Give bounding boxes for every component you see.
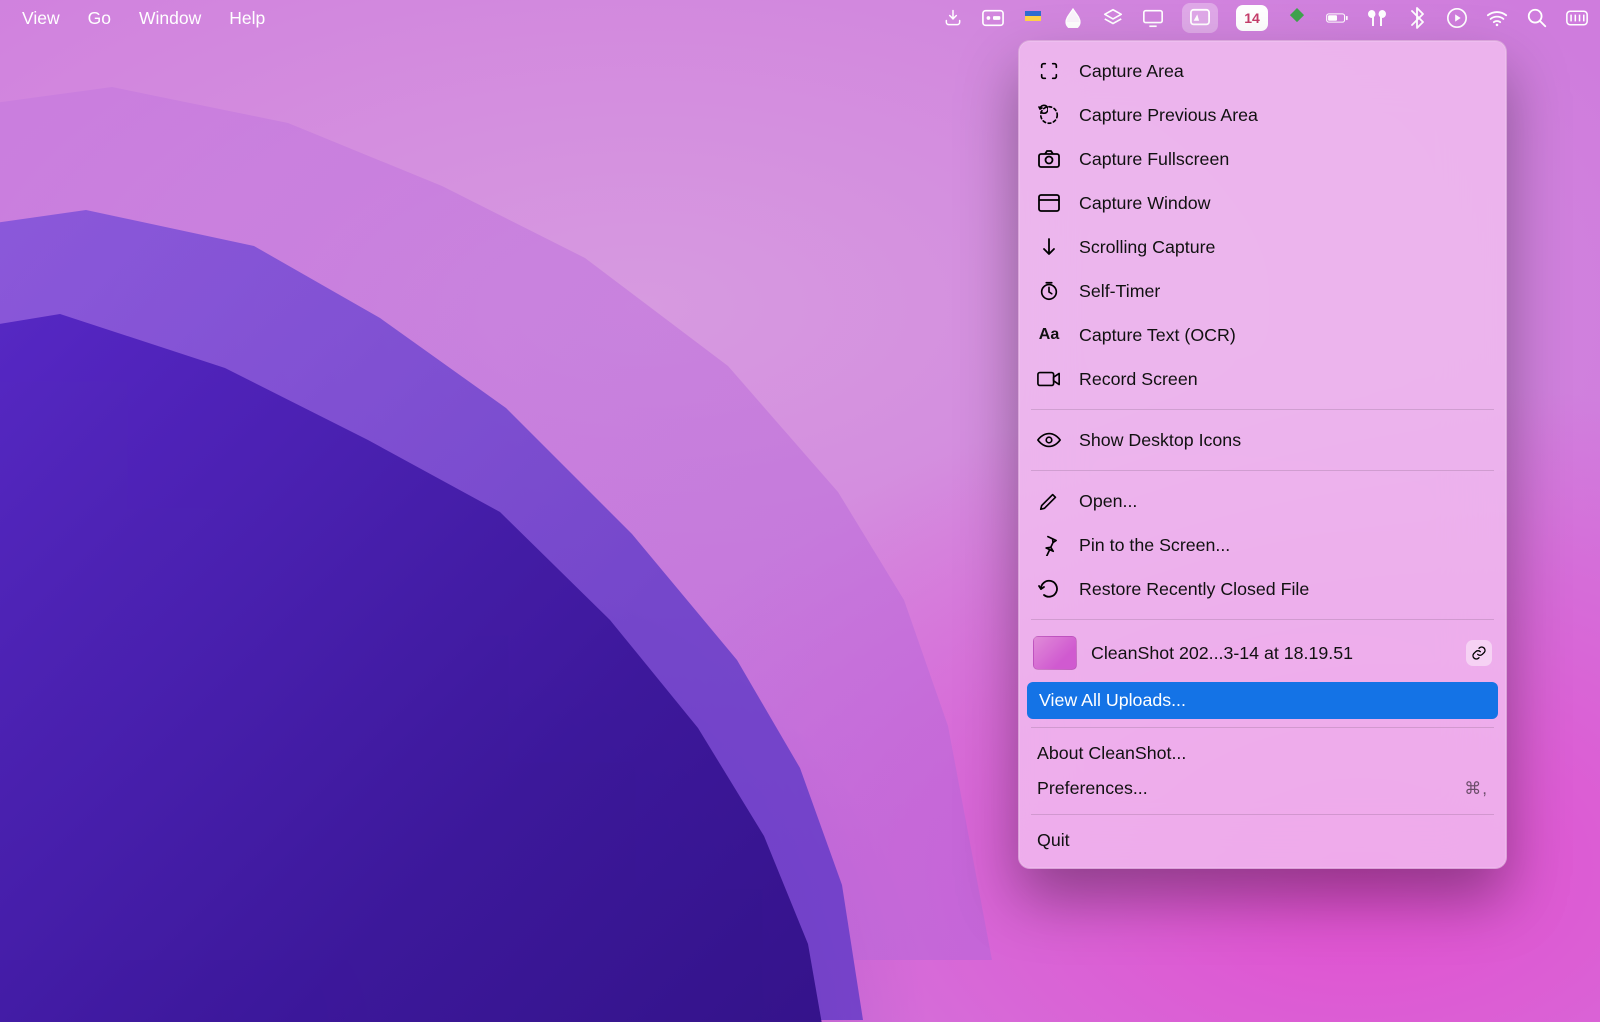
menu-item-label: Self-Timer xyxy=(1079,281,1160,302)
capture-previous-icon xyxy=(1037,103,1061,127)
menu-item-label: Record Screen xyxy=(1079,369,1198,390)
menu-preferences[interactable]: Preferences... ⌘, xyxy=(1019,771,1506,806)
layers-icon[interactable] xyxy=(1102,7,1124,29)
menu-item-label: Restore Recently Closed File xyxy=(1079,579,1309,600)
flag-icon[interactable] xyxy=(1022,7,1044,29)
video-icon xyxy=(1037,367,1061,391)
menu-view[interactable]: View xyxy=(8,4,74,33)
window-icon xyxy=(1037,191,1061,215)
diamond-app-icon[interactable] xyxy=(1286,7,1308,29)
battery-icon[interactable] xyxy=(1326,7,1348,29)
display-icon[interactable] xyxy=(1142,7,1164,29)
menu-item-label: Capture Window xyxy=(1079,193,1210,214)
spotlight-search-icon[interactable] xyxy=(1526,7,1548,29)
menubar-right: 14 xyxy=(942,3,1588,33)
menu-item-label: View All Uploads... xyxy=(1039,690,1186,711)
camera-icon xyxy=(1037,147,1061,171)
menu-item-label: Capture Text (OCR) xyxy=(1079,325,1236,346)
menu-restore-closed[interactable]: Restore Recently Closed File xyxy=(1019,567,1506,611)
undo-icon xyxy=(1037,577,1061,601)
menubar: View Go Window Help xyxy=(0,0,1600,36)
scroll-down-icon xyxy=(1037,235,1061,259)
menu-capture-text[interactable]: Aa Capture Text (OCR) xyxy=(1019,313,1506,357)
menu-item-label: Open... xyxy=(1079,491,1137,512)
menu-item-label: About CleanShot... xyxy=(1037,743,1186,764)
cleanshot-dropdown-menu: Capture Area Capture Previous Area Captu… xyxy=(1018,40,1507,869)
menubar-left: View Go Window Help xyxy=(8,4,279,33)
menu-about[interactable]: About CleanShot... xyxy=(1019,736,1506,771)
menu-recent-upload[interactable]: CleanShot 202...3-14 at 18.19.51 xyxy=(1019,628,1506,680)
menu-item-label: Capture Fullscreen xyxy=(1079,149,1229,170)
airpods-icon[interactable] xyxy=(1366,7,1388,29)
menu-go[interactable]: Go xyxy=(74,4,125,33)
menu-window[interactable]: Window xyxy=(125,4,215,33)
menu-self-timer[interactable]: Self-Timer xyxy=(1019,269,1506,313)
pin-icon xyxy=(1037,533,1061,557)
menu-scrolling-capture[interactable]: Scrolling Capture xyxy=(1019,225,1506,269)
menu-capture-window[interactable]: Capture Window xyxy=(1019,181,1506,225)
play-circle-icon[interactable] xyxy=(1446,7,1468,29)
calendar-icon[interactable]: 14 xyxy=(1236,5,1268,31)
calendar-date: 14 xyxy=(1244,10,1260,26)
menu-item-label: Capture Previous Area xyxy=(1079,105,1258,126)
menu-pin-to-screen[interactable]: Pin to the Screen... xyxy=(1019,523,1506,567)
recent-filename: CleanShot 202...3-14 at 18.19.51 xyxy=(1091,643,1452,664)
eye-icon xyxy=(1037,428,1061,452)
copy-link-icon[interactable] xyxy=(1466,640,1492,666)
menu-capture-area[interactable]: Capture Area xyxy=(1019,49,1506,93)
recent-thumbnail xyxy=(1033,636,1077,670)
menu-item-label: Preferences... xyxy=(1037,778,1148,799)
menu-item-label: Pin to the Screen... xyxy=(1079,535,1230,556)
menu-item-label: Show Desktop Icons xyxy=(1079,430,1241,451)
separator xyxy=(1031,619,1494,620)
menu-open[interactable]: Open... xyxy=(1019,479,1506,523)
download-tray-icon[interactable] xyxy=(942,7,964,29)
menu-record-screen[interactable]: Record Screen xyxy=(1019,357,1506,401)
cleanshot-menubar-icon[interactable] xyxy=(1182,3,1218,33)
menu-item-label: Capture Area xyxy=(1079,61,1184,82)
menu-capture-fullscreen[interactable]: Capture Fullscreen xyxy=(1019,137,1506,181)
capture-area-icon xyxy=(1037,59,1061,83)
wifi-icon[interactable] xyxy=(1486,7,1508,29)
menu-item-label: Scrolling Capture xyxy=(1079,237,1215,258)
menu-item-label: Quit xyxy=(1037,830,1070,851)
menu-help[interactable]: Help xyxy=(215,4,279,33)
menu-capture-previous-area[interactable]: Capture Previous Area xyxy=(1019,93,1506,137)
bluetooth-icon[interactable] xyxy=(1406,7,1428,29)
menu-show-desktop-icons[interactable]: Show Desktop Icons xyxy=(1019,418,1506,462)
separator xyxy=(1031,409,1494,410)
separator xyxy=(1031,470,1494,471)
card-icon[interactable] xyxy=(982,7,1004,29)
separator xyxy=(1031,814,1494,815)
menu-view-all-uploads[interactable]: View All Uploads... xyxy=(1027,682,1498,719)
text-aa-icon: Aa xyxy=(1037,323,1061,347)
timer-icon xyxy=(1037,279,1061,303)
separator xyxy=(1031,727,1494,728)
pencil-icon xyxy=(1037,489,1061,513)
menu-quit[interactable]: Quit xyxy=(1019,823,1506,858)
control-center-icon[interactable] xyxy=(1566,7,1588,29)
shortcut-label: ⌘, xyxy=(1464,779,1488,799)
droplet-icon[interactable] xyxy=(1062,7,1084,29)
